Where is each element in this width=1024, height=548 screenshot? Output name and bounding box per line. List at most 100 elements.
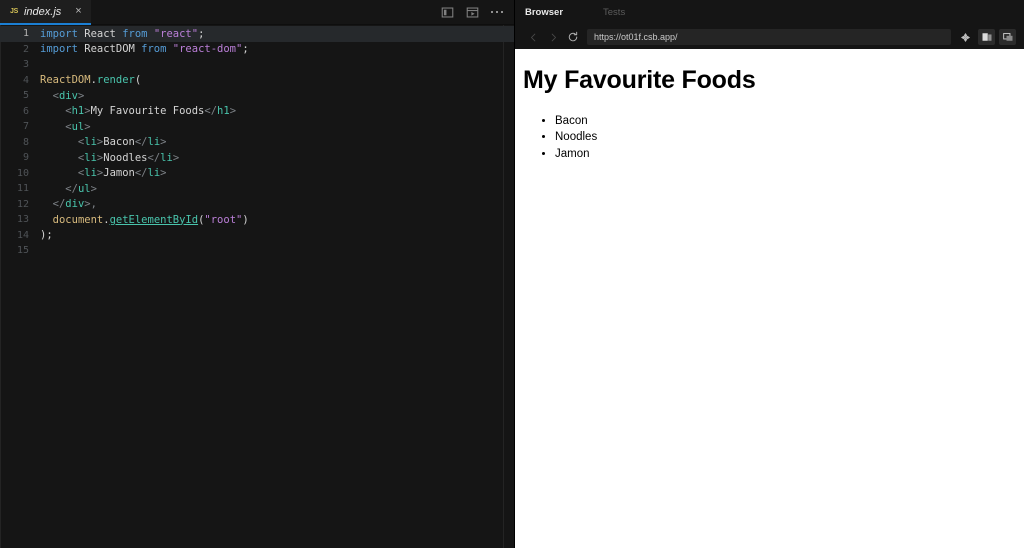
code-line-text: <ul> <box>40 120 90 133</box>
editor-tab-label: index.js <box>23 5 62 18</box>
more-actions-icon[interactable] <box>490 10 503 14</box>
code-token: ; <box>198 27 205 40</box>
codesandbox-window: JS index.js × 1 import React from "react… <box>0 0 1024 548</box>
code-line[interactable]: 14); <box>0 228 514 244</box>
code-line[interactable]: 2 import ReactDOM from "react-dom"; <box>0 42 514 58</box>
code-token: > <box>160 136 167 149</box>
code-line-text: <li>Bacon</li> <box>40 136 167 148</box>
code-token: >, <box>84 198 97 211</box>
code-line[interactable]: 1 import React from "react"; <box>0 26 514 42</box>
tab-tests[interactable]: Tests <box>603 7 637 18</box>
code-token: li <box>160 151 173 164</box>
code-line-text: ); <box>40 229 53 241</box>
line-number: 6 <box>22 105 29 117</box>
code-token: ReactDOM <box>77 43 142 56</box>
browser-pane: Browser Tests https://ot01f.csb.app/ My … <box>515 0 1024 548</box>
open-preview-icon[interactable] <box>466 6 479 19</box>
preview-content: My Favourite Foods Bacon Noodles Jamon <box>515 66 1024 162</box>
code-token: import <box>40 43 78 56</box>
code-editor[interactable]: 1 import React from "react"; 2 import React… <box>0 25 514 548</box>
code-token: React <box>77 27 123 40</box>
code-token: My Favourite Foods <box>90 105 205 118</box>
code-line-text: import React from "react"; <box>40 28 204 40</box>
line-number: 1 <box>22 28 29 40</box>
editor-tabbar: JS index.js × <box>0 0 514 25</box>
split-editor-icon[interactable] <box>441 6 454 19</box>
code-token: < <box>40 105 72 118</box>
code-token: ( <box>134 74 142 87</box>
list-item: Jamon <box>555 147 1016 161</box>
external-window-icon[interactable] <box>999 29 1016 45</box>
code-line[interactable]: 13 document.getElementById("root") <box>0 212 514 228</box>
code-line[interactable]: 12 </div>, <box>0 197 514 213</box>
code-line[interactable]: 5 <div> <box>0 88 514 104</box>
code-token: > <box>77 89 85 102</box>
code-line-text: <li>Jamon</li> <box>40 167 167 179</box>
code-line-text: </ul> <box>40 183 97 195</box>
code-line-text: import ReactDOM from "react-dom"; <box>40 43 249 55</box>
line-number: 2 <box>22 43 29 55</box>
code-token: ul <box>77 182 91 195</box>
code-token: li <box>84 151 97 164</box>
code-token: from <box>141 43 167 56</box>
line-number: 5 <box>22 90 29 102</box>
code-token: h1 <box>71 105 85 118</box>
tab-browser[interactable]: Browser <box>525 7 575 18</box>
code-token: > <box>229 105 237 118</box>
responsive-mode-icon[interactable] <box>957 29 974 45</box>
editor-pane: JS index.js × 1 import React from "react… <box>0 0 515 548</box>
code-line[interactable]: 8 <li>Bacon</li> <box>0 135 514 151</box>
js-file-icon: JS <box>10 8 18 15</box>
url-input[interactable]: https://ot01f.csb.app/ <box>594 32 678 42</box>
line-number: 10 <box>16 167 29 179</box>
code-token: < <box>40 136 85 149</box>
code-token: Jamon <box>103 167 135 180</box>
code-token: < <box>40 120 72 133</box>
code-token: div <box>58 89 78 102</box>
line-number: 13 <box>16 214 29 226</box>
code-line[interactable]: 11 </ul> <box>0 181 514 197</box>
code-token: ; <box>242 43 249 56</box>
line-number: 4 <box>22 74 29 86</box>
code-line-text: document.getElementById("root") <box>40 214 249 226</box>
url-bar[interactable]: https://ot01f.csb.app/ <box>587 29 951 45</box>
editor-tab-index-js[interactable]: JS index.js × <box>0 0 91 25</box>
code-line[interactable]: 3 <box>0 57 514 73</box>
list-item: Bacon <box>555 114 1016 128</box>
code-line[interactable]: 10 <li>Jamon</li> <box>0 166 514 182</box>
code-token: > <box>172 151 180 164</box>
code-token: ul <box>71 120 85 133</box>
browser-tabbar: Browser Tests <box>515 0 1024 25</box>
code-token: < <box>40 167 85 180</box>
code-token: > <box>90 182 97 195</box>
code-line-text: <div> <box>40 89 85 102</box>
editor-actions <box>434 0 514 25</box>
reload-icon[interactable] <box>563 28 583 46</box>
code-token: </ <box>134 136 148 149</box>
code-token: li <box>147 136 161 149</box>
code-line[interactable]: 9 <li>Noodles</li> <box>0 150 514 166</box>
code-token: </ <box>134 167 148 180</box>
new-window-icon[interactable] <box>978 29 995 45</box>
code-token: </ <box>40 182 78 195</box>
code-line-text: <h1>My Favourite Foods</h1> <box>40 105 236 117</box>
code-token: document <box>52 213 104 226</box>
code-token: </ <box>40 198 66 211</box>
code-line-text: ReactDOM.render( <box>40 74 141 86</box>
line-number: 12 <box>16 198 29 210</box>
code-token: < <box>40 89 59 102</box>
code-token: "root" <box>204 213 243 226</box>
line-number: 8 <box>22 136 29 148</box>
code-token: li <box>84 136 97 149</box>
code-line[interactable]: 7 <ul> <box>0 119 514 135</box>
forward-arrow-icon[interactable] <box>543 28 563 46</box>
code-line[interactable]: 15 <box>0 243 514 259</box>
close-icon[interactable]: × <box>75 6 81 17</box>
back-arrow-icon[interactable] <box>523 28 543 46</box>
code-line[interactable]: 4 ReactDOM.render( <box>0 73 514 89</box>
code-line[interactable]: 6 <h1>My Favourite Foods</h1> <box>0 104 514 120</box>
code-token: ) <box>242 213 249 226</box>
code-line-text: </div>, <box>40 198 97 210</box>
code-token: </ <box>204 105 218 118</box>
